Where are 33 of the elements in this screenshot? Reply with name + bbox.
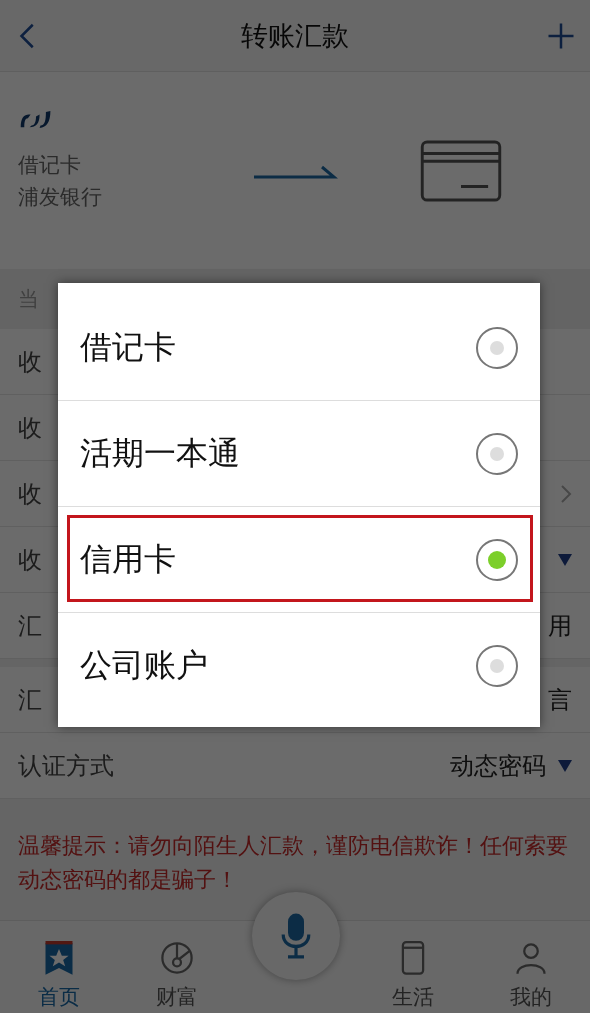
option-row[interactable]: 信用卡 <box>58 507 540 613</box>
row-label: 收 <box>18 412 42 444</box>
option-label: 信用卡 <box>80 538 176 580</box>
row-label: 认证方式 <box>18 750 114 782</box>
person-icon <box>514 941 548 977</box>
row-value: 言 <box>548 684 572 716</box>
nav-tab[interactable]: 财富 <box>118 921 236 1013</box>
option-label: 公司账户 <box>80 645 208 686</box>
row-label: 收 <box>18 478 42 510</box>
option-row[interactable]: 活期一本通 <box>58 401 540 507</box>
dial-icon <box>160 941 194 977</box>
row-label: 汇 <box>18 684 42 716</box>
row-value: 动态密码 <box>450 750 546 782</box>
radio-button[interactable] <box>476 538 518 581</box>
card-type-text: 借记卡 <box>18 151 82 179</box>
radio-button[interactable] <box>476 645 518 687</box>
row-label: 收 <box>18 346 42 378</box>
page-title: 转账汇款 <box>241 18 349 53</box>
option-label: 借记卡 <box>80 326 176 368</box>
row-label: 收 <box>18 544 42 576</box>
row-value: 用 <box>548 610 572 642</box>
microphone-icon <box>280 912 312 960</box>
nav-tab[interactable]: 我的 <box>472 921 590 1013</box>
nav-tab[interactable]: 生活 <box>354 921 472 1013</box>
radio-button[interactable] <box>476 326 518 369</box>
radio-button[interactable] <box>476 432 518 475</box>
nav-tab[interactable]: 首页 <box>0 921 118 1013</box>
option-row[interactable]: 借记卡 <box>58 295 540 401</box>
option-label: 活期一本通 <box>80 432 240 474</box>
option-row[interactable]: 公司账户 <box>58 613 540 719</box>
bank-name-text: 浦发银行 <box>18 183 103 211</box>
card-icon <box>420 139 502 202</box>
row-label: 汇 <box>18 610 42 642</box>
